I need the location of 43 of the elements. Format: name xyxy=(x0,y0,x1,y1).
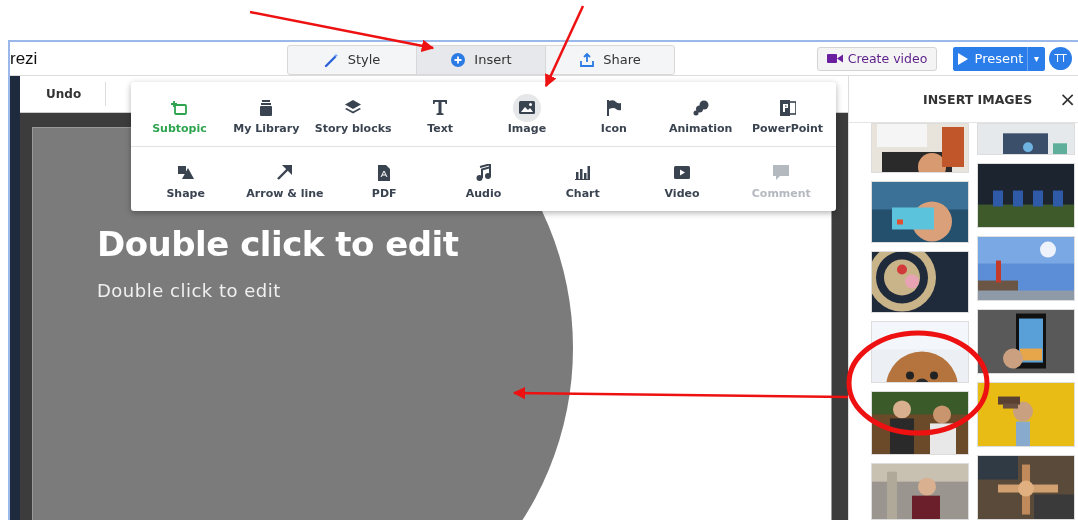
insert-menu-item[interactable]: PowerPoint xyxy=(744,82,831,146)
presentation-title: rezi xyxy=(10,48,39,69)
powerpoint-icon xyxy=(779,99,796,116)
pdf-file-icon xyxy=(378,164,391,181)
insert-menu-item[interactable]: Animation xyxy=(657,82,745,146)
menu-tab[interactable]: Style xyxy=(287,44,417,75)
insert-menu-item[interactable]: Icon xyxy=(570,82,658,146)
insert-menu-item[interactable]: Text xyxy=(396,82,484,146)
user-avatar[interactable]: TT xyxy=(1049,47,1072,70)
insert-menu-item[interactable]: Image xyxy=(483,82,571,146)
text-icon xyxy=(433,100,448,115)
insert-menu-item[interactable]: Chart xyxy=(533,147,633,211)
insert-menu-item[interactable]: Audio xyxy=(433,147,534,211)
slide-subtitle[interactable]: Double click to edit xyxy=(97,280,831,301)
arrow-icon xyxy=(277,165,293,180)
image-icon xyxy=(518,101,535,114)
insert-menu-item[interactable]: Video xyxy=(632,147,732,211)
video-camera-icon xyxy=(826,53,843,64)
layers-icon xyxy=(345,100,362,115)
insert-menu-item[interactable]: My Library xyxy=(222,82,310,146)
comment-icon xyxy=(773,165,790,180)
animation-icon xyxy=(692,99,709,116)
flag-icon xyxy=(606,99,621,116)
present-button[interactable]: Present xyxy=(953,46,1028,71)
insert-menu-item[interactable]: Shape xyxy=(136,147,236,211)
menu-tab[interactable]: Share xyxy=(545,44,675,75)
upload-icon xyxy=(579,51,596,68)
insert-menu-item[interactable]: Story blocks xyxy=(309,82,397,146)
insert-menu-item[interactable]: PDF xyxy=(334,147,434,211)
library-icon xyxy=(260,99,273,116)
menu-tab[interactable]: Insert xyxy=(416,44,546,75)
close-button[interactable]: × xyxy=(1057,87,1078,111)
music-note-icon xyxy=(476,164,491,181)
bar-chart-icon xyxy=(575,165,591,180)
insert-menu-item[interactable]: Arrow & line xyxy=(235,147,335,211)
create-video-button[interactable]: Create video xyxy=(817,46,937,71)
plus-icon xyxy=(450,51,467,68)
slide-title[interactable]: Double click to edit xyxy=(97,224,831,264)
subtopic-icon xyxy=(171,100,188,115)
play-icon xyxy=(956,51,969,66)
play-video-icon xyxy=(674,166,691,179)
shapes-icon xyxy=(177,166,194,179)
panel-title: INSERT IMAGES xyxy=(923,91,1033,107)
